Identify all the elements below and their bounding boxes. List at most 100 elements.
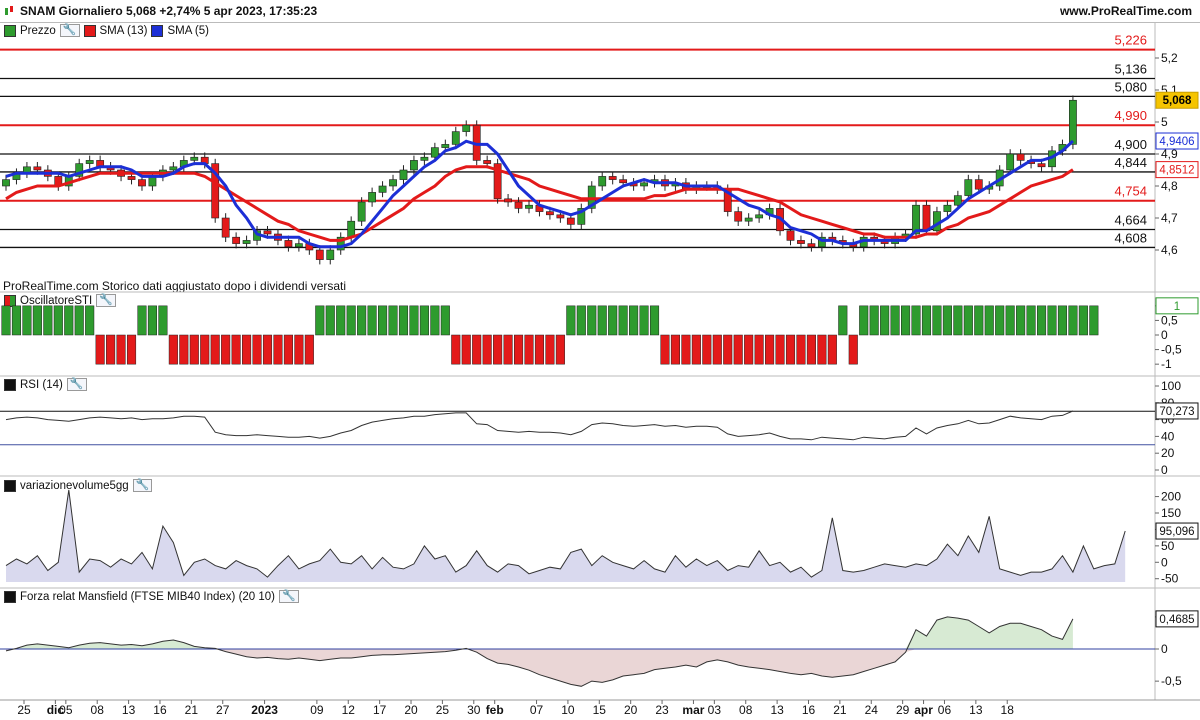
sti-bar <box>587 305 597 336</box>
x-tick-label: 2023 <box>251 703 278 717</box>
candle-body <box>305 243 314 251</box>
price-level-label: 4,664 <box>1114 213 1147 228</box>
sti-bar <box>859 305 869 336</box>
rsi-line <box>5 410 1074 441</box>
price-level-label: 5,136 <box>1114 61 1147 76</box>
y-tick-label: 5,2 <box>1161 51 1178 65</box>
x-tick-label: 17 <box>373 703 387 717</box>
candle-body <box>2 179 10 187</box>
mansfield-negative-area <box>6 649 1073 687</box>
sti-bar <box>137 305 147 336</box>
candle-body <box>640 182 648 187</box>
rsi-value-badge-bg <box>1155 402 1199 420</box>
sti-bar <box>524 334 534 365</box>
candle-body <box>964 179 973 196</box>
sti-bar <box>398 305 409 336</box>
sti-bar <box>325 305 335 336</box>
candle-body <box>943 204 952 212</box>
x-tick-label: dic <box>47 703 65 717</box>
chart-root: SNAM Giornaliero 5,068 +2,74% 5 apr 2023… <box>0 0 1200 720</box>
x-tick-label: apr <box>914 703 933 717</box>
sti-bar <box>43 305 53 336</box>
candle-body <box>221 217 230 238</box>
candle-body <box>368 192 376 203</box>
x-tick-label: 18 <box>1001 703 1015 717</box>
volume-swatch <box>4 479 16 492</box>
x-tick-label: 03 <box>708 703 722 717</box>
y-tick-label: 0 <box>1161 555 1168 569</box>
sti-bar <box>765 334 775 365</box>
candle-body <box>650 179 659 184</box>
sti-bar <box>911 305 921 336</box>
candle-body <box>1027 160 1035 164</box>
candle-body <box>661 179 669 187</box>
x-tick-label: 23 <box>655 703 669 717</box>
candle-body <box>786 230 795 241</box>
candle-body <box>577 208 586 225</box>
sti-bar <box>378 305 388 336</box>
price-level-label: 5,080 <box>1114 79 1147 94</box>
candle-body <box>671 182 680 187</box>
x-tick-label: 13 <box>122 703 136 717</box>
wrench-icon[interactable]: 🔧 <box>59 24 80 37</box>
candle-body <box>263 230 272 235</box>
wrench-icon[interactable]: 🔧 <box>66 378 87 391</box>
data-note: ProRealTime.com Storico dati aggiustato … <box>3 279 347 293</box>
candle-body <box>462 124 471 132</box>
sti-bar <box>242 334 252 365</box>
x-tick-label: mar <box>682 703 704 717</box>
candle-body <box>828 236 837 241</box>
sti-bar <box>1078 305 1088 336</box>
candle-body <box>33 166 42 171</box>
y-tick-label: 50 <box>1161 539 1175 553</box>
y-tick-label: 100 <box>1161 522 1181 536</box>
wrench-icon[interactable]: 🔧 <box>132 479 153 492</box>
chart-canvas: 5,2 5,1 5 4,9 4,8 4,7 4,6 5,226 5,136 5,080 4,990 4… <box>0 22 1200 717</box>
sti-bar <box>555 334 565 365</box>
sti-bar <box>670 334 680 365</box>
candle-body <box>1016 153 1025 161</box>
sti-bar <box>691 334 701 365</box>
volume-line <box>5 489 1126 578</box>
candle-body <box>138 179 146 187</box>
price-level-label: 4,844 <box>1114 155 1147 170</box>
price-level-label: 5,226 <box>1114 33 1147 48</box>
y-tick-label: -0,5 <box>1161 343 1182 357</box>
sti-legend-label: OscillatoreSTI <box>20 294 93 307</box>
candle-body <box>933 211 941 232</box>
sti-bar <box>681 334 691 365</box>
sma5-value-badge-bg <box>1155 132 1199 150</box>
sti-bar <box>116 334 126 365</box>
sti-bar <box>53 305 63 336</box>
x-tick-label: 05 <box>59 703 73 717</box>
candle-body <box>430 147 439 158</box>
rsi-value-badge: 70,273 <box>1159 406 1194 418</box>
x-tick-label: 07 <box>530 703 544 717</box>
candle-body <box>75 163 84 177</box>
sti-bar <box>712 334 722 365</box>
sti-bar <box>702 334 712 365</box>
candle-body <box>451 131 460 145</box>
sti-bar <box>984 305 994 336</box>
sti-bar <box>95 334 105 365</box>
candle-body <box>535 204 544 212</box>
sma5-value-badge: 4,9406 <box>1159 136 1194 148</box>
candle-body <box>420 156 429 161</box>
x-tick-label: 24 <box>865 703 879 717</box>
x-tick-label: 29 <box>896 703 910 717</box>
sti-bar <box>85 305 95 336</box>
sti-bar <box>869 305 879 336</box>
sti-bar <box>168 334 178 365</box>
wrench-icon[interactable]: 🔧 <box>279 590 299 603</box>
sti-bar <box>1047 305 1057 336</box>
candle-body <box>713 185 722 190</box>
candle-body <box>159 169 167 177</box>
x-tick-label: 13 <box>770 703 784 717</box>
site-link[interactable]: www.ProRealTime.com <box>1060 4 1192 18</box>
y-tick-label: 20 <box>1161 446 1175 460</box>
candle-body <box>776 208 784 232</box>
sti-bar <box>430 305 440 336</box>
wrench-icon[interactable]: 🔧 <box>96 294 116 307</box>
candle-body <box>891 236 899 244</box>
sma5-line <box>5 139 1074 249</box>
